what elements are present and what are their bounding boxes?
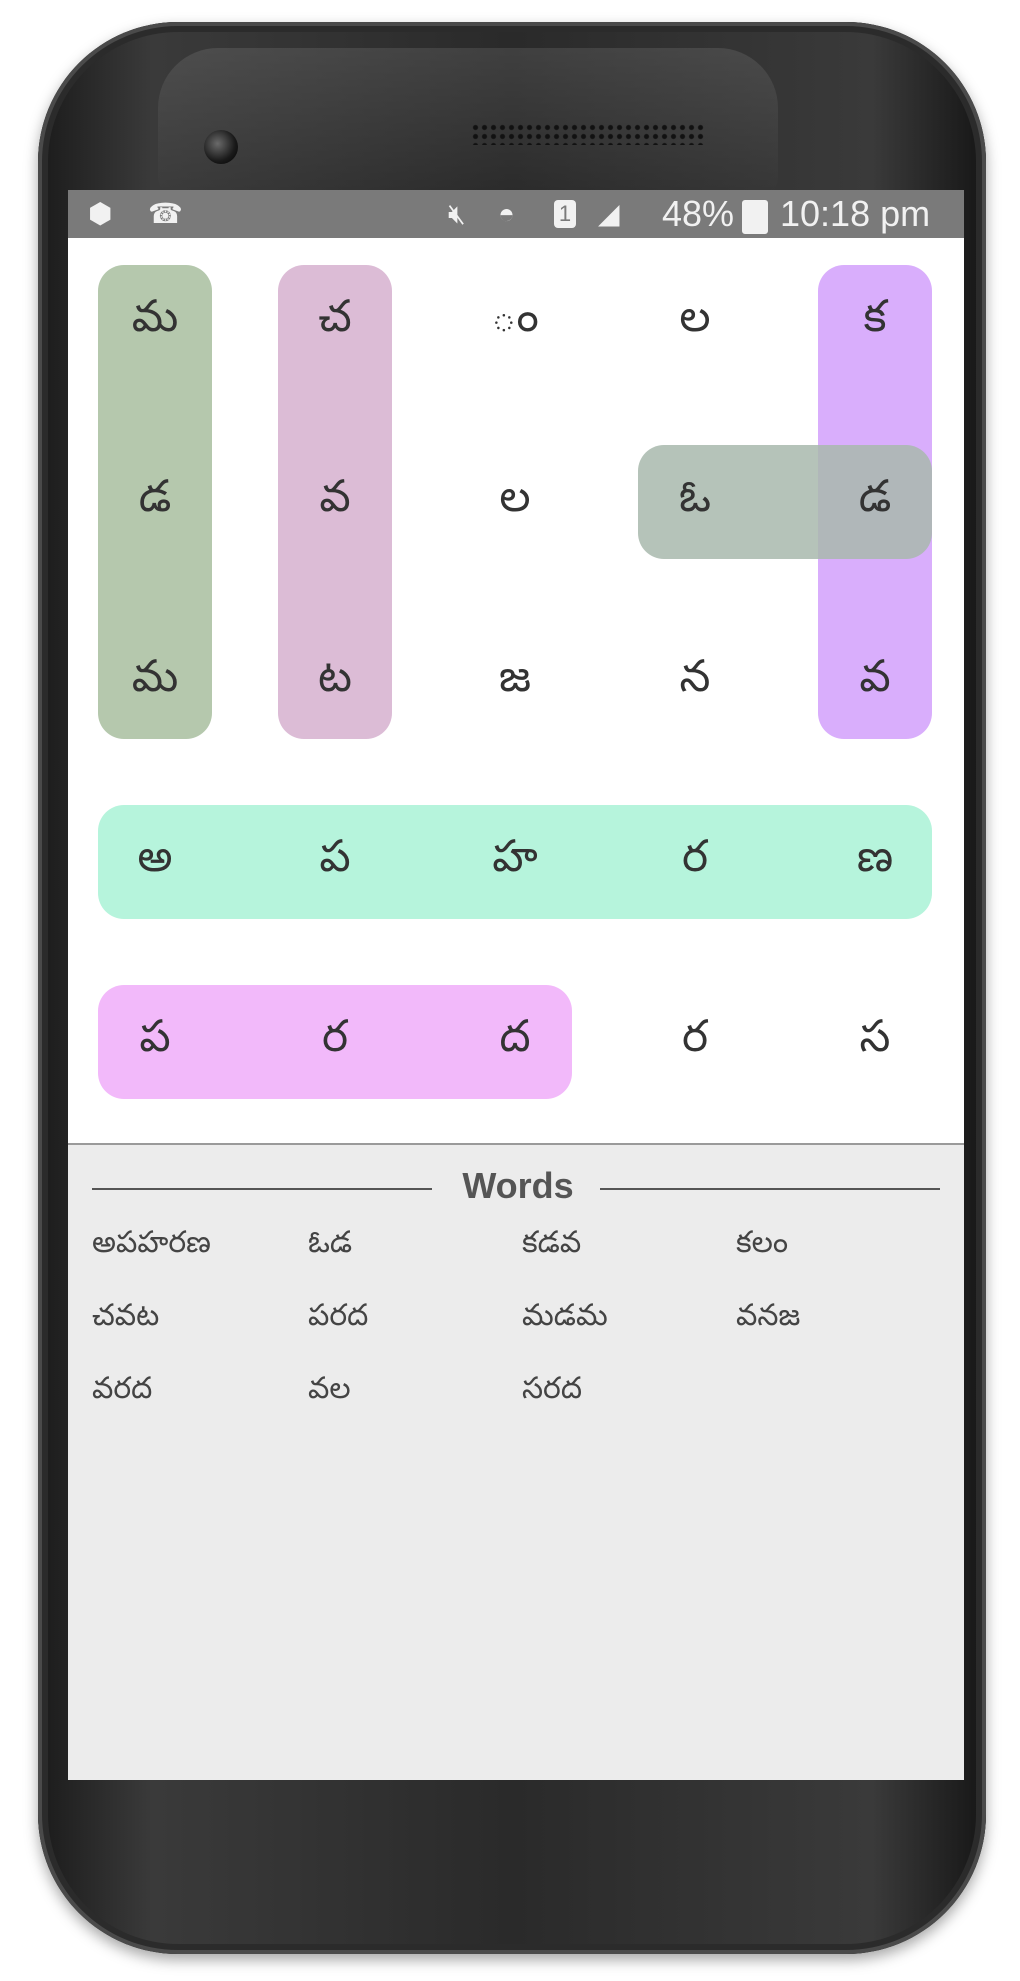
wifi-icon: ◓ xyxy=(498,198,515,229)
grid-cell[interactable]: న xyxy=(635,622,755,742)
word-list-item: కడవ xyxy=(522,1225,582,1260)
grid-cell[interactable]: హ xyxy=(455,802,575,922)
grid-cell[interactable]: డ xyxy=(815,442,935,562)
grid-cell[interactable]: మ xyxy=(95,622,215,742)
word-list-item: ఓడ xyxy=(308,1225,353,1260)
grid-cell[interactable]: మ xyxy=(95,262,215,382)
grid-cell[interactable]: జ xyxy=(455,622,575,742)
grid-cell[interactable]: ప xyxy=(95,982,215,1102)
word-list-item: చవట xyxy=(92,1298,160,1333)
word-list-item: మడమ xyxy=(522,1298,608,1333)
grid-cell[interactable]: డ xyxy=(95,442,215,562)
status-bar: ⬢ ☎ 🔇︎ ◓ 1 ◢ 48% 10:18 pm xyxy=(68,190,964,238)
grid-cell[interactable]: ద xyxy=(455,982,575,1102)
grid-cell[interactable]: వ xyxy=(275,442,395,562)
grid-cell[interactable]: అ xyxy=(95,802,215,922)
word-search-grid[interactable]: మ చ ం ల క డ వ ల ఓ డ మ ట జ న వ అ ప హ ర ణ … xyxy=(68,238,964,1099)
grid-cell[interactable]: ర xyxy=(635,982,755,1102)
sim-icon: 1 xyxy=(554,200,576,228)
word-list-item: కలం xyxy=(736,1225,789,1260)
grid-cell[interactable]: ల xyxy=(455,442,575,562)
signal-icon: ◢ xyxy=(598,198,620,229)
mute-icon: 🔇︎ xyxy=(448,198,466,229)
grid-cell[interactable]: ప xyxy=(275,802,395,922)
grid-cell[interactable]: స xyxy=(815,982,935,1102)
grid-cell[interactable]: ల xyxy=(635,262,755,382)
words-title: Words xyxy=(462,1165,574,1206)
word-list-item: అపహరణ xyxy=(92,1225,211,1260)
word-list-item: పరద xyxy=(308,1298,369,1333)
word-list-item: వల xyxy=(308,1371,351,1406)
battery-charging-icon xyxy=(742,200,768,234)
front-camera xyxy=(204,130,238,164)
grid-cell[interactable]: క xyxy=(815,262,935,382)
app-notification-icon: ⬢ xyxy=(88,198,113,229)
grid-cell[interactable]: ర xyxy=(275,982,395,1102)
word-list-item: సరద xyxy=(522,1371,583,1406)
grid-cell[interactable]: ణ xyxy=(815,802,935,922)
words-panel: Words అపహరణ ఓడ కడవ కలం చవట పరద మడమ వనజ వ… xyxy=(68,1143,964,1780)
grid-cell[interactable]: చ xyxy=(275,262,395,382)
grid-cell[interactable]: ం xyxy=(455,262,575,382)
clock: 10:18 pm xyxy=(780,193,931,234)
divider-line xyxy=(600,1188,940,1190)
grid-cell[interactable]: వ xyxy=(815,622,935,742)
word-list-item: వనజ xyxy=(736,1298,801,1333)
grid-cell[interactable]: ట xyxy=(275,622,395,742)
divider-line xyxy=(92,1188,432,1190)
grid-cell[interactable]: ర xyxy=(635,802,755,922)
missed-call-icon: ☎ xyxy=(148,198,183,229)
earpiece-speaker xyxy=(471,123,705,145)
battery-percent: 48% xyxy=(662,193,735,234)
word-list-item: వరద xyxy=(92,1371,153,1406)
app-screen: ⬢ ☎ 🔇︎ ◓ 1 ◢ 48% 10:18 pm మ చ ం ల క డ వ … xyxy=(68,190,964,1780)
grid-cell[interactable]: ఓ xyxy=(635,442,755,562)
